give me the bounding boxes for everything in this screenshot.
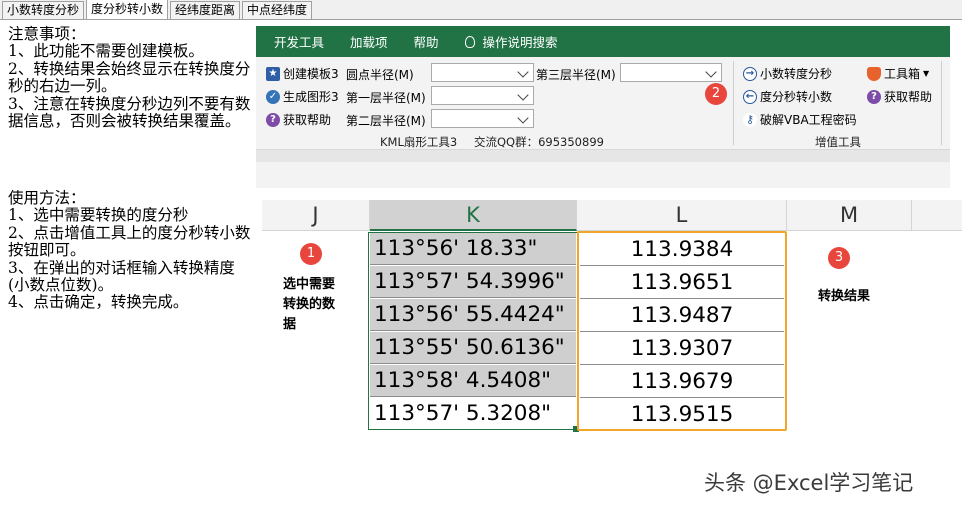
fox-icon — [867, 66, 881, 81]
help-icon: ? — [867, 89, 881, 104]
column-header-k[interactable]: K — [370, 200, 577, 231]
column-header-m[interactable]: M — [787, 200, 912, 231]
usage-line: 2、点击增值工具上的度分秒转小数按钮即可。 — [8, 223, 251, 260]
formula-bar-area — [256, 162, 950, 188]
lightbulb-icon — [464, 35, 475, 48]
ribbon-search-label: 操作说明搜索 — [482, 35, 558, 50]
tab-distance[interactable]: 经纬度距离 — [170, 1, 241, 19]
notes-title: 注意事项： — [8, 25, 86, 43]
ribbon-tab-addins[interactable]: 加载项 — [350, 32, 388, 51]
circle-radius-label: 圆点半径(M) — [346, 68, 414, 82]
chevron-down-icon — [517, 66, 529, 78]
column-header-l[interactable]: L — [577, 200, 787, 231]
usage-line: 3、在弹出的对话框输入转换精度(小数点位数)。 — [8, 258, 235, 295]
get-help-label-right: 获取帮助 — [884, 90, 933, 104]
arrow-left-icon: ← — [743, 89, 757, 104]
chevron-down-icon — [517, 112, 529, 124]
usage-panel: 使用方法： 1、选中需要转换的度分秒 2、点击增值工具上的度分秒转小数按钮即可。… — [8, 189, 256, 312]
generate-shape-label: 生成图形3 — [283, 90, 339, 104]
step-badge-3: 3 — [828, 247, 850, 269]
help-icon: ? — [266, 112, 280, 127]
crack-vba-button[interactable]: ⚷ 破解VBA工程密码 — [743, 111, 857, 128]
layer1-radius-label: 第一层半径(M) — [346, 91, 426, 105]
chevron-down-icon: ▼ — [923, 69, 930, 78]
tab-dms-to-decimal[interactable]: 度分秒转小数 — [86, 0, 169, 19]
ribbon-tab-developer[interactable]: 开发工具 — [274, 32, 324, 51]
arrow-right-icon: → — [743, 66, 757, 81]
column-header-blank — [912, 200, 962, 231]
column-header-j[interactable]: J — [262, 200, 370, 231]
toolbox-button[interactable]: 工具箱 ▼ — [867, 65, 929, 82]
dms-to-decimal-label: 度分秒转小数 — [760, 90, 833, 104]
ribbon-divider — [733, 61, 734, 145]
ribbon-tab-help[interactable]: 帮助 — [414, 32, 439, 51]
get-help-button-left[interactable]: ? 获取帮助 — [266, 111, 331, 128]
usage-title: 使用方法： — [8, 189, 86, 207]
chevron-down-icon — [517, 89, 529, 101]
key-icon: ⚷ — [743, 112, 757, 127]
usage-line: 1、选中需要转换的度分秒 — [8, 206, 189, 225]
step-badge-2: 2 — [705, 83, 727, 105]
selection-border — [368, 232, 578, 430]
notes-line: 1、此功能不需要创建模板。 — [8, 42, 204, 61]
ribbon-tab-bar: 开发工具 加载项 帮助 操作说明搜索 — [256, 26, 950, 57]
circle-radius-select[interactable] — [431, 63, 534, 82]
create-template-button[interactable]: ★ 创建模板3 — [266, 65, 339, 82]
value-tools-group-caption: 增值工具 — [815, 135, 861, 149]
get-help-button-right[interactable]: ? 获取帮助 — [867, 88, 932, 105]
get-help-label-left: 获取帮助 — [283, 113, 332, 127]
ribbon-body: ★ 创建模板3 ✓ 生成图形3 ? 获取帮助 圆点半径(M) 第一层半径(M) … — [256, 57, 950, 150]
notes-line: 3、注意在转换度分秒边列不要有数据信息，否则会被转换结果覆盖。 — [8, 94, 251, 131]
ribbon-divider — [941, 61, 942, 145]
kml-group-caption: KML扇形工具3 — [380, 135, 458, 149]
watermark: 头条 @Excel学习笔记 — [704, 471, 914, 495]
chart-icon: ★ — [266, 66, 280, 81]
layer3-radius-label: 第三层半径(M) — [536, 68, 616, 82]
dms-to-decimal-button[interactable]: ← 度分秒转小数 — [743, 88, 832, 105]
usage-line: 4、点击确定，转换完成。 — [8, 293, 189, 312]
layer3-radius-select[interactable] — [620, 63, 722, 82]
ribbon-search[interactable]: 操作说明搜索 — [464, 32, 558, 51]
tab-decimal-to-dms[interactable]: 小数转度分秒 — [2, 1, 85, 19]
notes-panel: 注意事项： 1、此功能不需要创建模板。 2、转换结果会始终显示在转换度分秒的右边… — [8, 25, 256, 131]
decimal-to-dms-label: 小数转度分秒 — [760, 67, 833, 81]
create-template-label: 创建模板3 — [283, 67, 339, 81]
layer2-radius-select[interactable] — [431, 109, 534, 128]
layer1-radius-select[interactable] — [431, 86, 534, 105]
tab-midpoint[interactable]: 中点经纬度 — [242, 1, 313, 19]
layer2-radius-label: 第二层半径(M) — [346, 114, 426, 128]
step-badge-1: 1 — [300, 243, 322, 265]
crack-vba-label: 破解VBA工程密码 — [760, 113, 857, 127]
decimal-to-dms-button[interactable]: → 小数转度分秒 — [743, 65, 832, 82]
check-icon: ✓ — [266, 89, 280, 104]
result-note: 转换结果 — [818, 289, 871, 304]
ribbon-strip — [256, 150, 950, 162]
generate-shape-button[interactable]: ✓ 生成图形3 — [266, 88, 339, 105]
notes-line: 2、转换结果会始终显示在转换度分秒的右边一列。 — [8, 59, 251, 96]
qq-group-text: 交流QQ群：695350899 — [474, 135, 604, 149]
select-data-note: 选中需要转换的数据 — [283, 277, 336, 332]
toolbox-label: 工具箱 — [884, 67, 921, 81]
chevron-down-icon — [705, 66, 717, 78]
result-highlight-border — [577, 231, 787, 431]
sheet-tabs: 小数转度分秒 度分秒转小数 经纬度距离 中点经纬度 — [0, 0, 962, 20]
